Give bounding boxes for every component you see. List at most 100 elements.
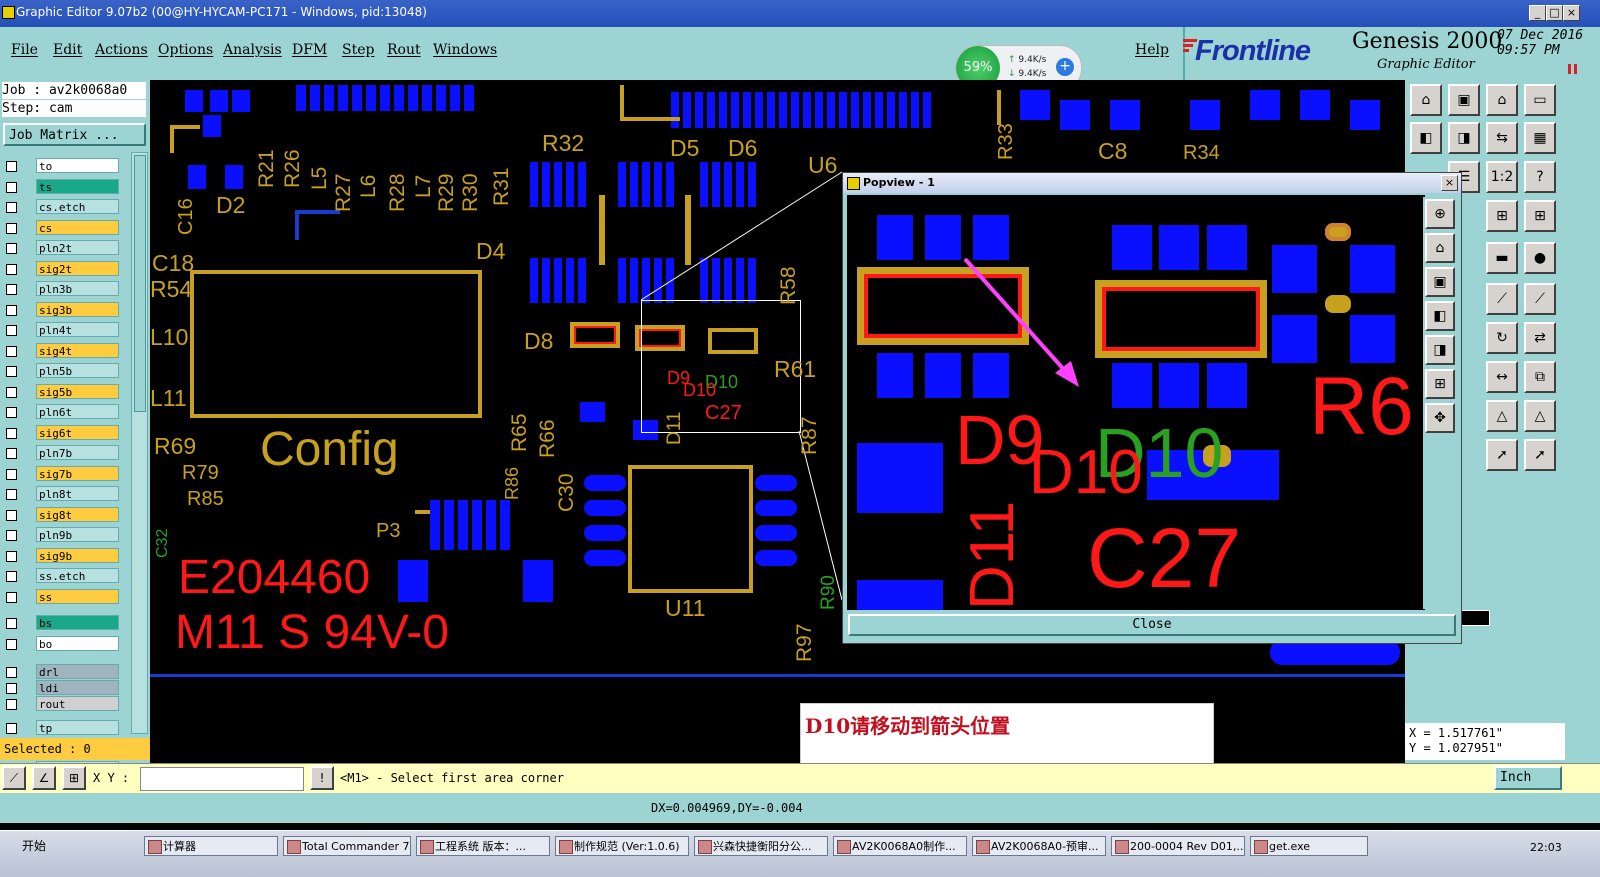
layer-row[interactable]: pln8t <box>3 486 121 503</box>
pop-save-icon[interactable]: ▣ <box>1425 267 1455 297</box>
layer-checkbox[interactable] <box>6 161 17 172</box>
menu-windows[interactable]: Windows <box>433 42 497 58</box>
layer-checkbox[interactable] <box>6 427 17 439</box>
layer-row[interactable]: bs <box>3 615 121 632</box>
menu-actions[interactable]: Actions <box>95 42 148 58</box>
tool-home-icon[interactable]: ⌂ <box>1410 84 1442 116</box>
maximize-button[interactable]: □ <box>1546 5 1563 21</box>
layer-row[interactable]: cs.etch <box>3 199 121 216</box>
layer-checkbox[interactable] <box>6 304 17 316</box>
menu-rout[interactable]: Rout <box>387 42 421 58</box>
layer-checkbox[interactable] <box>6 222 17 234</box>
layer-checkbox[interactable] <box>6 618 17 629</box>
popview-canvas[interactable]: D9 D10 D10 C27 R6 D11 <box>847 195 1425 610</box>
tool-back-icon[interactable]: ◧ <box>1410 122 1442 154</box>
layer-row[interactable]: sig9b <box>3 547 121 565</box>
layer-checkbox[interactable] <box>6 181 17 193</box>
task-av2k-make[interactable]: AV2K0068A0制作... <box>833 836 967 856</box>
layer-checkbox[interactable] <box>6 509 17 521</box>
layer-row[interactable]: sig4t <box>3 342 121 360</box>
layer-row[interactable]: rout <box>3 696 121 713</box>
layer-row[interactable]: sig3b <box>3 301 121 319</box>
layer-checkbox[interactable] <box>6 345 17 357</box>
pop-home-icon[interactable]: ⌂ <box>1425 233 1455 263</box>
tool-grid-icon[interactable]: ▦ <box>1524 122 1556 154</box>
start-button[interactable]: 开始 <box>2 836 46 856</box>
layer-checkbox[interactable] <box>6 366 17 377</box>
layer-row[interactable]: ldi <box>3 680 121 697</box>
tool-measure-icon[interactable]: ⊞ <box>1486 200 1518 232</box>
task-engineering-system[interactable]: 工程系统 版本：... <box>416 836 550 856</box>
tool-copy-icon[interactable]: ⧉ <box>1524 361 1556 393</box>
menu-edit[interactable]: Edit <box>53 42 82 58</box>
info-icon[interactable]: ! <box>310 766 334 790</box>
layer-checkbox[interactable] <box>6 550 17 562</box>
tool-line-icon[interactable]: ⟋ <box>1486 283 1518 315</box>
tool-pointer-icon[interactable]: ➚ <box>1486 439 1518 471</box>
menu-file[interactable]: File <box>11 42 38 58</box>
layer-row[interactable]: sig8t <box>3 506 121 524</box>
layer-checkbox[interactable] <box>6 489 17 500</box>
tool-arc-alt-icon[interactable]: △ <box>1524 400 1556 432</box>
task-get-exe[interactable]: get.exe <box>1250 836 1368 856</box>
layer-checkbox[interactable] <box>6 386 17 398</box>
pop-forward-icon[interactable]: ◨ <box>1425 335 1455 365</box>
layer-checkbox[interactable] <box>6 530 17 541</box>
tool-rotate-icon[interactable]: ↻ <box>1486 322 1518 354</box>
layer-checkbox[interactable] <box>6 468 17 480</box>
layer-checkbox[interactable] <box>6 699 17 710</box>
minimize-button[interactable]: _ <box>1529 5 1546 21</box>
angle-icon[interactable]: ∠ <box>32 766 56 790</box>
layer-row[interactable]: sig7b <box>3 465 121 483</box>
layer-row[interactable]: ss.etch <box>3 568 121 585</box>
tool-ruler-icon[interactable]: ▬ <box>1486 242 1518 274</box>
layer-row[interactable]: pln3b <box>3 281 121 298</box>
layer-row[interactable]: to <box>3 158 121 175</box>
layer-row[interactable]: tp <box>3 720 121 737</box>
xy-input[interactable] <box>140 767 304 791</box>
layer-row[interactable]: ss <box>3 588 121 606</box>
menu-options[interactable]: Options <box>158 42 213 58</box>
close-window-button[interactable]: × <box>1563 5 1580 21</box>
tool-window-icon[interactable]: ▭ <box>1524 84 1556 116</box>
tool-swap-icon[interactable]: ⇆ <box>1486 122 1518 154</box>
layer-row[interactable]: pln5b <box>3 363 121 380</box>
tool-forward-icon[interactable]: ◨ <box>1448 122 1480 154</box>
menu-step[interactable]: Step <box>342 42 374 58</box>
layer-checkbox[interactable] <box>6 683 17 694</box>
layer-row[interactable]: ts <box>3 178 121 196</box>
layer-scrollbar[interactable] <box>131 152 148 734</box>
tool-help-icon[interactable]: ? <box>1524 161 1556 193</box>
layer-checkbox[interactable] <box>6 263 17 275</box>
plus-icon[interactable]: + <box>1056 58 1074 76</box>
menu-dfm[interactable]: DFM <box>292 42 327 58</box>
popview-close-icon[interactable]: × <box>1441 175 1458 191</box>
layer-row[interactable]: pln7b <box>3 445 121 462</box>
tool-dot-icon[interactable]: ● <box>1524 242 1556 274</box>
tool-arc-icon[interactable]: △ <box>1486 400 1518 432</box>
pop-back-icon[interactable]: ◧ <box>1425 301 1455 331</box>
pop-fit-icon[interactable]: ⊞ <box>1425 369 1455 399</box>
pop-pan-icon[interactable]: ✥ <box>1425 403 1455 433</box>
layer-checkbox[interactable] <box>6 202 17 213</box>
layer-row[interactable]: bo <box>3 635 121 653</box>
layer-row[interactable]: pln9b <box>3 527 121 544</box>
task-total-commander[interactable]: Total Commander 7... <box>283 836 411 856</box>
layer-row[interactable]: pln6t <box>3 404 121 421</box>
pop-zoom-in-icon[interactable]: ⊕ <box>1425 199 1455 229</box>
layer-checkbox[interactable] <box>6 284 17 295</box>
layer-checkbox[interactable] <box>6 638 17 650</box>
layer-checkbox[interactable] <box>6 723 17 734</box>
tool-save-icon[interactable]: ▣ <box>1448 84 1480 116</box>
layer-row[interactable]: pln4t <box>3 322 121 339</box>
tool-measure-alt-icon[interactable]: ⊞ <box>1524 200 1556 232</box>
tool-mirror-icon[interactable]: ⇄ <box>1524 322 1556 354</box>
layer-checkbox[interactable] <box>6 571 17 582</box>
task-spec[interactable]: 制作规范 (Ver:1.0.6) <box>555 836 689 856</box>
layer-row[interactable]: sig6t <box>3 424 121 442</box>
layer-checkbox[interactable] <box>6 448 17 459</box>
layer-checkbox[interactable] <box>6 667 17 678</box>
tool-house-icon[interactable]: ⌂ <box>1486 84 1518 116</box>
layer-checkbox[interactable] <box>6 407 17 418</box>
layer-row[interactable]: sig5b <box>3 383 121 401</box>
